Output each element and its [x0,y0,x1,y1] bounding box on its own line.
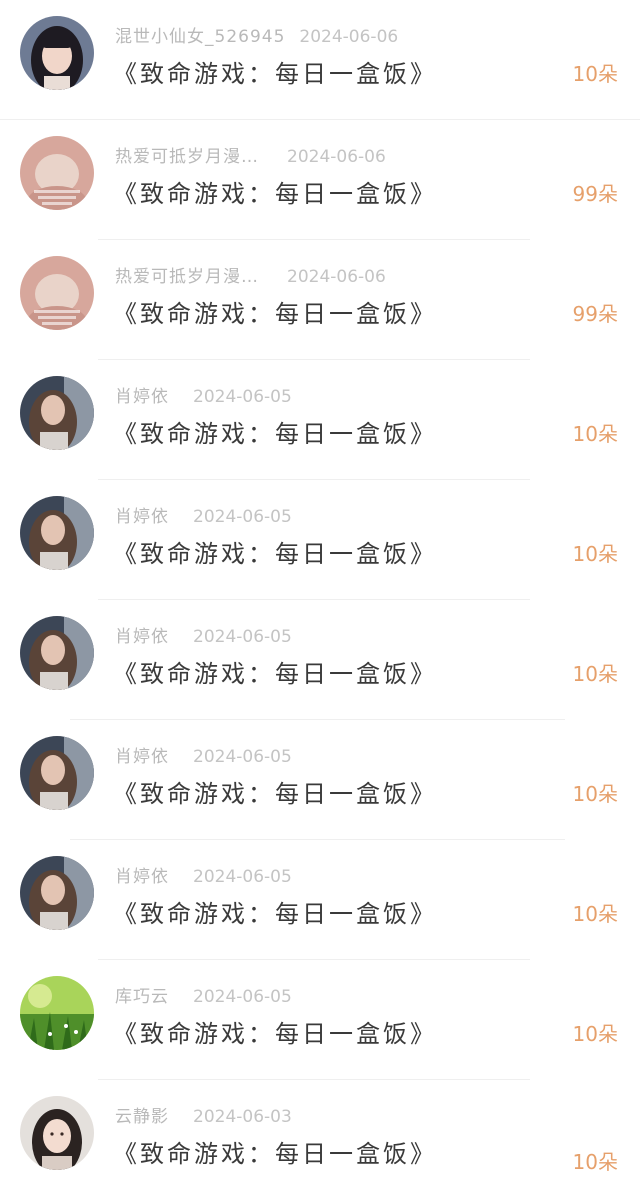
user-name: 肖婷依 [115,507,169,527]
list-item[interactable]: 肖婷依 2024-06-05 《致命游戏：每日一盒饭》 10朵 [0,600,640,720]
avatar[interactable] [20,16,94,90]
record-date: 2024-06-05 [193,387,292,407]
record-date: 2024-06-05 [193,867,292,887]
book-title: 《致命游戏：每日一盒饭》 [113,420,437,448]
list-item[interactable]: 库巧云 2024-06-05 《致命游戏：每日一盒饭》 10朵 [0,960,640,1080]
gift-amount: 99朵 [572,302,618,326]
list-item[interactable]: 混世小仙女_526945 2024-06-06 《致命游戏：每日一盒饭》 10朵 [0,0,640,120]
user-name: 混世小仙女_526945 [115,27,286,47]
record-meta: 热爱可抵岁月漫… 2024-06-06 [115,262,386,287]
list-item[interactable]: 热爱可抵岁月漫… 2024-06-06 《致命游戏：每日一盒饭》 99朵 [0,240,640,360]
avatar[interactable] [20,256,94,330]
user-name: 热爱可抵岁月漫… [115,267,259,287]
book-title: 《致命游戏：每日一盒饭》 [113,660,437,688]
curly-hair-girl-avatar [20,736,94,810]
pink-blurred-animal-avatar [20,136,94,210]
curly-hair-girl-avatar [20,616,94,690]
illustrated-girl-avatar [20,1096,94,1170]
record-date: 2024-06-03 [193,1107,292,1127]
book-title: 《致命游戏：每日一盒饭》 [113,540,437,568]
user-name: 肖婷依 [115,747,169,767]
record-meta: 肖婷依 2024-06-05 [115,622,292,647]
gift-amount: 10朵 [572,662,618,686]
record-date: 2024-06-05 [193,987,292,1007]
gift-amount: 99朵 [572,182,618,206]
book-title: 《致命游戏：每日一盒饭》 [113,1020,437,1048]
record-meta: 肖婷依 2024-06-05 [115,502,292,527]
gift-amount: 10朵 [572,1022,618,1046]
avatar[interactable] [20,856,94,930]
list-item[interactable]: 热爱可抵岁月漫… 2024-06-06 《致命游戏：每日一盒饭》 99朵 [0,120,640,240]
record-date: 2024-06-06 [287,267,386,287]
list-item[interactable]: 肖婷依 2024-06-05 《致命游戏：每日一盒饭》 10朵 [0,720,640,840]
user-name: 肖婷依 [115,387,169,407]
book-title: 《致命游戏：每日一盒饭》 [113,900,437,928]
gift-amount: 10朵 [572,782,618,806]
avatar[interactable] [20,136,94,210]
record-meta: 混世小仙女_526945 2024-06-06 [115,22,398,47]
avatar[interactable] [20,376,94,450]
book-title: 《致命游戏：每日一盒饭》 [113,60,437,88]
curly-hair-girl-avatar [20,496,94,570]
list-item[interactable]: 肖婷依 2024-06-05 《致命游戏：每日一盒饭》 10朵 [0,480,640,600]
book-title: 《致命游戏：每日一盒饭》 [113,180,437,208]
user-name: 云静影 [115,1107,169,1127]
user-name: 热爱可抵岁月漫… [115,147,259,167]
avatar[interactable] [20,616,94,690]
record-meta: 热爱可抵岁月漫… 2024-06-06 [115,142,386,167]
gift-amount: 10朵 [572,62,618,86]
book-title: 《致命游戏：每日一盒饭》 [113,1140,437,1168]
record-date: 2024-06-05 [193,747,292,767]
record-meta: 肖婷依 2024-06-05 [115,382,292,407]
curly-hair-girl-avatar [20,856,94,930]
avatar[interactable] [20,496,94,570]
list-item[interactable]: 肖婷依 2024-06-05 《致命游戏：每日一盒饭》 10朵 [0,840,640,960]
book-title: 《致命游戏：每日一盒饭》 [113,780,437,808]
user-name: 库巧云 [115,987,169,1007]
list-item[interactable]: 云静影 2024-06-03 《致命游戏：每日一盒饭》 10朵 [0,1080,640,1200]
avatar[interactable] [20,976,94,1050]
girl-portrait-avatar [20,16,94,90]
gift-record-list: 混世小仙女_526945 2024-06-06 《致命游戏：每日一盒饭》 10朵 … [0,0,640,1180]
record-meta: 肖婷依 2024-06-05 [115,742,292,767]
record-date: 2024-06-05 [193,627,292,647]
avatar[interactable] [20,1096,94,1170]
record-date: 2024-06-06 [299,27,399,47]
record-date: 2024-06-06 [287,147,386,167]
avatar[interactable] [20,736,94,810]
gift-amount: 10朵 [572,542,618,566]
user-name: 肖婷依 [115,627,169,647]
record-meta: 肖婷依 2024-06-05 [115,862,292,887]
user-name: 肖婷依 [115,867,169,887]
list-item[interactable]: 肖婷依 2024-06-05 《致命游戏：每日一盒饭》 10朵 [0,360,640,480]
book-title: 《致命游戏：每日一盒饭》 [113,300,437,328]
gift-amount: 10朵 [572,1150,618,1174]
gift-amount: 10朵 [572,422,618,446]
pink-blurred-animal-avatar [20,256,94,330]
record-meta: 库巧云 2024-06-05 [115,982,292,1007]
green-grass-avatar [20,976,94,1050]
gift-amount: 10朵 [572,902,618,926]
curly-hair-girl-avatar [20,376,94,450]
record-date: 2024-06-05 [193,507,292,527]
record-meta: 云静影 2024-06-03 [115,1102,292,1127]
